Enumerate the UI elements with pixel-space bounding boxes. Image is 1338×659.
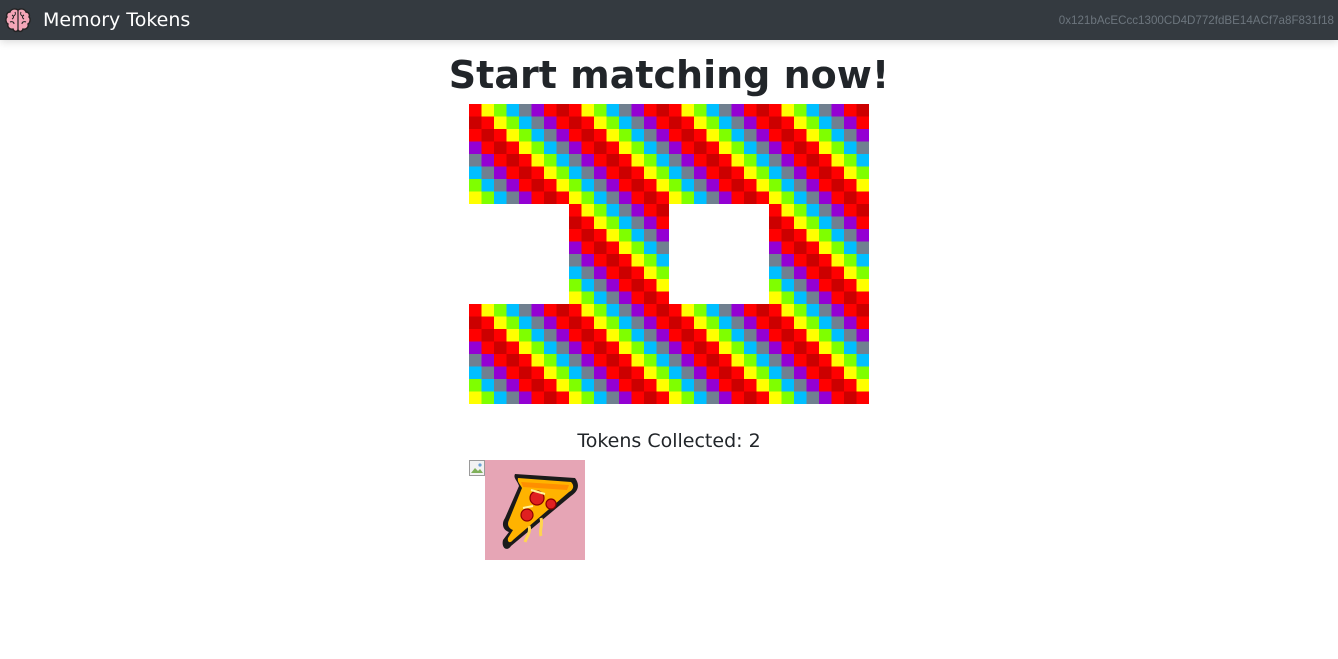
card-back[interactable] — [569, 304, 669, 404]
brain-icon — [5, 8, 31, 33]
page-title: Start matching now! — [448, 53, 890, 97]
brand-title: Memory Tokens — [43, 9, 191, 31]
tokens-collected-heading: Tokens Collected: 2 — [577, 430, 761, 452]
broken-image-icon — [469, 460, 485, 476]
matched-card-slot — [469, 204, 569, 304]
card-back[interactable] — [669, 304, 769, 404]
card-back[interactable] — [569, 104, 669, 204]
card-grid — [469, 104, 869, 404]
card-back[interactable] — [469, 304, 569, 404]
card-back[interactable] — [769, 104, 869, 204]
collected-tokens — [469, 460, 585, 560]
navbar: Memory Tokens 0x121bAcECcc1300CD4D772fdB… — [0, 0, 1338, 40]
pizza-icon — [485, 460, 585, 560]
matched-card-slot — [669, 204, 769, 304]
card-back[interactable] — [769, 204, 869, 304]
card-back[interactable] — [569, 204, 669, 304]
card-back[interactable] — [469, 104, 569, 204]
card-back[interactable] — [769, 304, 869, 404]
account-address: 0x121bAcECcc1300CD4D772fdBE14ACf7a8F831f… — [1058, 14, 1334, 27]
card-back[interactable] — [669, 104, 769, 204]
brand-link[interactable]: Memory Tokens — [4, 0, 190, 40]
